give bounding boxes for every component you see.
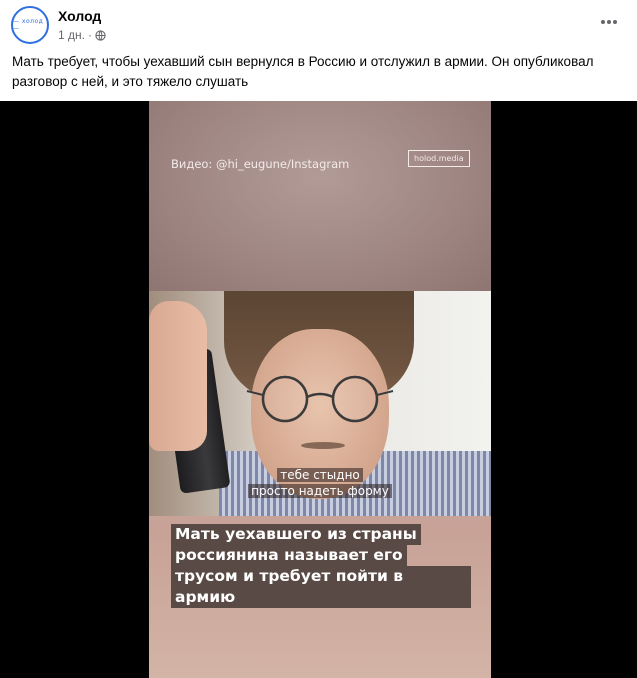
video-caption: Мать уехавшего из страны россиянина назы… <box>171 524 471 608</box>
page-avatar[interactable]: — холод — <box>11 6 49 44</box>
video-top-background <box>149 101 491 291</box>
subtitle-line-2: просто надеть форму <box>149 484 491 499</box>
post-time[interactable]: 1 дн. <box>58 28 85 42</box>
meta-separator: · <box>87 28 92 42</box>
video-player[interactable]: Видео: @hi_eugune/Instagram holod.media … <box>0 101 637 678</box>
subtitle-line-1-text: тебе стыдно <box>277 468 363 482</box>
video-credit: Видео: @hi_eugune/Instagram <box>171 157 350 171</box>
glasses <box>246 375 394 423</box>
caption-line: россиянина называет его <box>171 545 407 566</box>
letterbox-right <box>491 101 637 678</box>
letterbox-left <box>0 101 149 678</box>
caption-line: трусом и требует пойти в армию <box>171 566 471 608</box>
avatar-logo-text: — холод — <box>13 18 44 32</box>
caption-line: Мать уехавшего из страны <box>171 524 421 545</box>
subtitle-line-1: тебе стыдно <box>149 468 491 483</box>
brand-badge: holod.media <box>408 150 470 167</box>
hand <box>149 301 207 451</box>
video-frame[interactable]: Видео: @hi_eugune/Instagram holod.media … <box>149 101 491 678</box>
globe-icon <box>95 29 106 41</box>
post-meta: 1 дн. · <box>58 28 106 42</box>
subtitle-line-2-text: просто надеть форму <box>248 484 392 498</box>
post-text: Мать требует, чтобы уехавший сын вернулс… <box>12 54 594 89</box>
more-dots-icon[interactable] <box>599 14 619 30</box>
mustache <box>301 442 345 449</box>
author-name[interactable]: Холод <box>58 8 101 24</box>
post-header: — холод — Холод 1 дн. · <box>0 0 637 46</box>
